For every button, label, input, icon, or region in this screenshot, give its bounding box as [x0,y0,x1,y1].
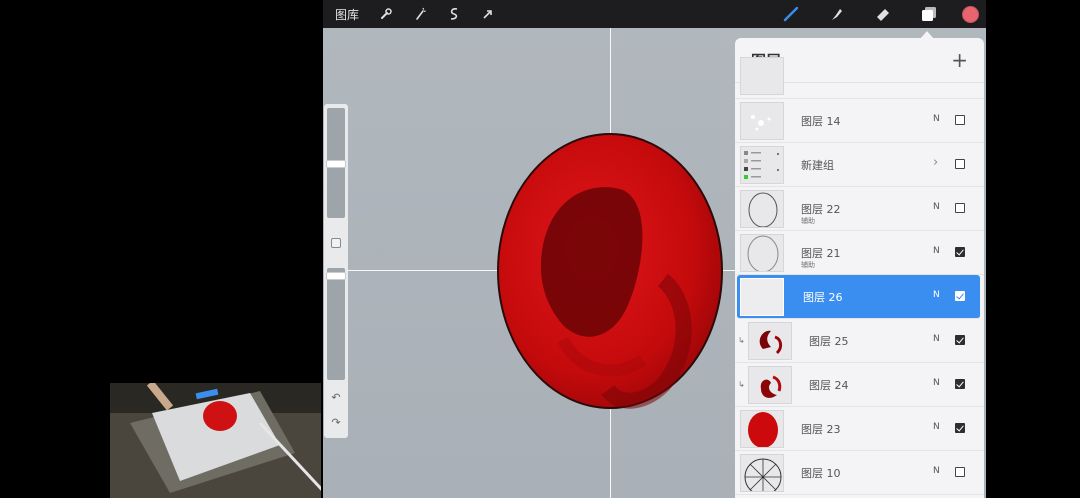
layer-group-row[interactable]: 新建组 › [735,143,984,187]
layer-list: 图层 14 N 新建组 › 图层 22 辅助 N 图层 21 辅助 N 图层 2… [735,57,984,495]
layer-name: 图层 24 [809,379,849,392]
layer-row[interactable]: 图层 22 辅助 N [735,187,984,231]
clipping-mask-icon: ↳ [738,336,745,345]
layer-row-clipped[interactable]: ↳ 图层 25 N [735,319,984,363]
transform-arrow-icon[interactable] [475,0,501,28]
layer-name: 图层 23 [801,423,841,436]
add-layer-button[interactable]: + [951,48,968,72]
layer-name: 图层 21 [801,247,841,260]
layer-row-partial[interactable] [735,57,984,99]
layer-thumbnail [748,366,792,404]
layers-panel: 图层 + 图层 14 N [735,38,984,498]
layer-visibility-checkbox[interactable] [955,379,965,389]
layer-name: 图层 10 [801,467,841,480]
magic-wand-icon[interactable] [407,0,433,28]
layer-name: 图层 22 [801,203,841,216]
layer-visibility-checkbox[interactable] [955,247,965,257]
layer-thumbnail [748,322,792,360]
gallery-button[interactable]: 图库 [335,6,359,23]
red-ellipse-drawing [497,133,723,409]
top-toolbar: 图库 [323,0,986,28]
blend-mode-button[interactable]: N [933,290,940,300]
wrench-icon[interactable] [373,0,399,28]
layer-visibility-checkbox[interactable] [955,335,965,345]
layer-name: 图层 25 [809,335,849,348]
layer-subtitle: 辅助 [801,217,815,225]
group-visibility-checkbox[interactable] [955,159,965,169]
layer-thumbnail [740,410,784,448]
undo-icon[interactable]: ↶ [324,391,348,404]
layer-row-selected[interactable]: 图层 26 N [737,275,980,319]
layer-thumbnail [740,278,784,316]
layer-thumbnail [740,57,784,95]
brush-size-knob[interactable] [326,160,346,168]
layer-thumbnail [740,234,784,272]
group-name: 新建组 [801,159,834,172]
blend-mode-button[interactable]: N [933,246,940,256]
blend-mode-button[interactable]: N [933,378,940,388]
procreate-screen: ↶ ↷ 图库 + 图层 14 N 新建组 › 图层 22 辅助 N 图层 21 … [323,0,986,498]
chevron-right-icon[interactable]: › [933,155,938,170]
blend-mode-button[interactable]: N [933,202,940,212]
layer-thumbnail [740,454,784,492]
redo-icon[interactable]: ↷ [324,416,348,429]
blend-mode-button[interactable]: N [933,114,940,124]
blend-mode-button[interactable]: N [933,422,940,432]
layer-row[interactable]: 图层 10 N [735,451,984,495]
eraser-icon[interactable] [870,0,896,28]
selection-icon[interactable] [441,0,467,28]
layer-visibility-checkbox[interactable] [955,291,965,301]
layer-row[interactable]: 图层 23 N [735,407,984,451]
layer-name: 图层 26 [803,291,843,304]
layer-visibility-checkbox[interactable] [955,203,965,213]
clipping-mask-icon: ↳ [738,380,745,389]
layer-thumbnail [740,102,784,140]
group-thumbnail [740,146,784,184]
webcam-photo [110,383,321,498]
layer-row[interactable]: 图层 14 N [735,99,984,143]
opacity-slider[interactable] [327,268,345,380]
blend-mode-button[interactable]: N [933,334,940,344]
layer-subtitle: 辅助 [801,261,815,269]
brush-sliders-panel: ↶ ↷ [324,104,348,438]
toolbar-right-group [758,0,986,28]
brush-icon[interactable] [778,0,804,28]
modifier-button[interactable] [331,238,341,248]
smudge-icon[interactable] [824,0,850,28]
layers-icon[interactable] [916,0,942,28]
video-frame: ↶ ↷ 图库 + 图层 14 N 新建组 › 图层 22 辅助 N 图层 21 … [0,0,1080,498]
webcam-inset [110,383,321,498]
layer-row[interactable]: 图层 21 辅助 N [735,231,984,275]
color-picker-button[interactable] [962,5,979,23]
layer-visibility-checkbox[interactable] [955,115,965,125]
layer-visibility-checkbox[interactable] [955,423,965,433]
layer-name: 图层 14 [801,115,841,128]
opacity-knob[interactable] [326,272,346,280]
layer-visibility-checkbox[interactable] [955,467,965,477]
layer-thumbnail [740,190,784,228]
layer-row-clipped[interactable]: ↳ 图层 24 N [735,363,984,407]
blend-mode-button[interactable]: N [933,466,940,476]
